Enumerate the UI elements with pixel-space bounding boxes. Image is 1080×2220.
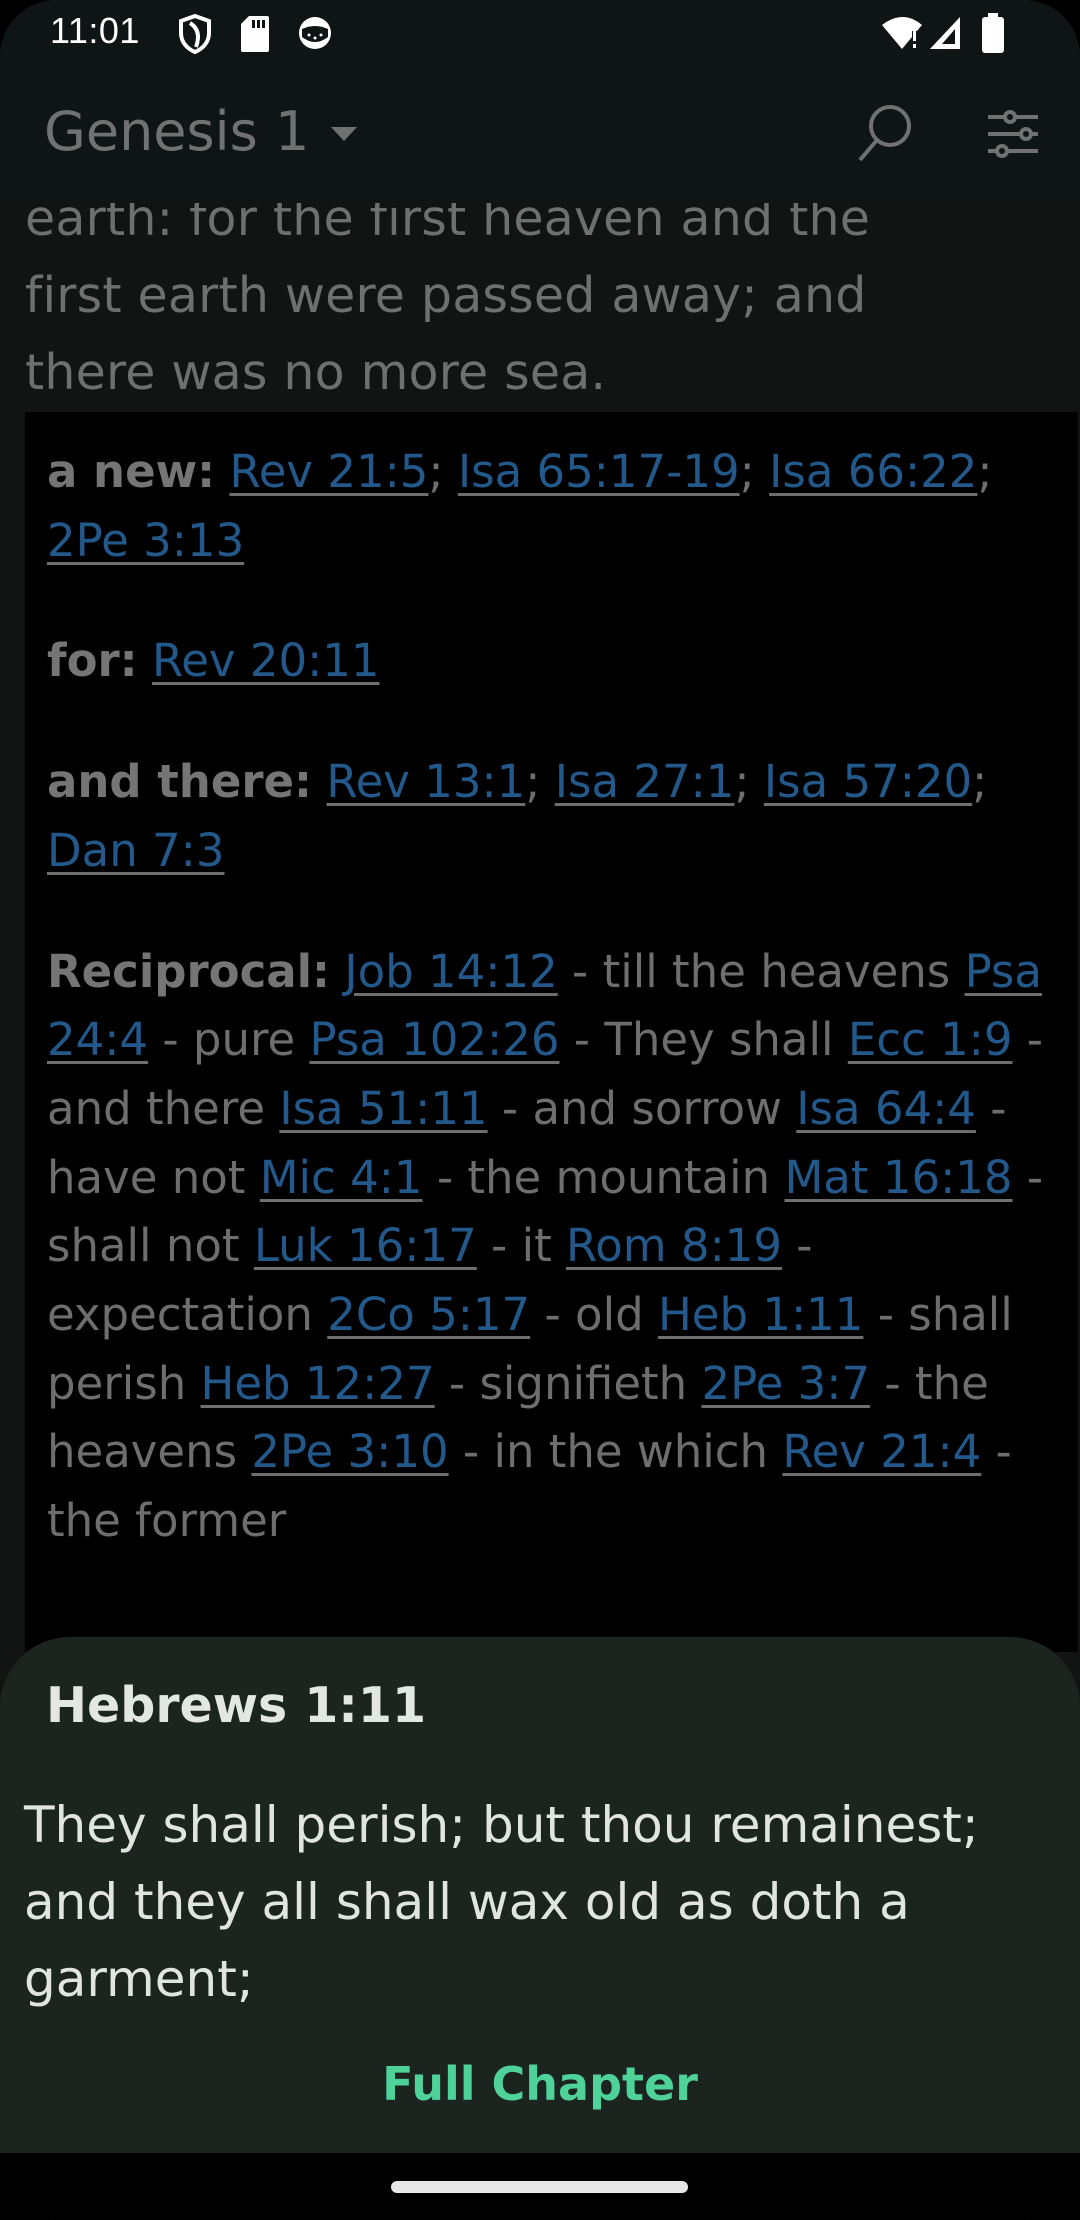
verse-text: earth: for the first heaven and the firs…: [25, 203, 1065, 411]
reference-link[interactable]: Isa 65:17-19: [458, 445, 740, 498]
reference-link[interactable]: Rev 13:1: [326, 755, 525, 808]
reference-separator: ;: [977, 445, 993, 498]
reference-separator: ;: [734, 755, 764, 809]
reference-separator: - They shall: [559, 1013, 848, 1067]
reference-separator: - signifieth: [434, 1356, 702, 1410]
cross-reference-label: and there:: [47, 755, 313, 809]
reference-link[interactable]: Heb 1:11: [658, 1288, 863, 1341]
reference-link[interactable]: Heb 12:27: [201, 1357, 435, 1410]
cross-reference-label: a new:: [47, 445, 216, 498]
sd-card-icon: [241, 16, 269, 56]
reference-separator: - and sorrow: [487, 1081, 797, 1135]
status-bar: 11:01: [0, 0, 1080, 70]
reference-separator: - it: [476, 1219, 567, 1273]
reference-separator: ;: [739, 445, 770, 498]
verse-text-area: earth: for the first heaven and the firs…: [0, 203, 1080, 412]
cross-reference-box: a new: Rev 21:5; Isa 65:17-19; Isa 66:22…: [25, 412, 1078, 1652]
reference-link[interactable]: 2Co 5:17: [327, 1288, 530, 1341]
home-gesture-handle[interactable]: [391, 2181, 688, 2193]
reference-link[interactable]: Psa 102:26: [310, 1013, 560, 1066]
cross-reference-label: Reciprocal:: [47, 944, 331, 998]
reference-separator: - pure: [148, 1013, 310, 1067]
reference-link[interactable]: 2Pe 3:7: [702, 1357, 871, 1410]
reference-link[interactable]: Dan 7:3: [47, 824, 224, 877]
reference-link[interactable]: Rev 20:11: [152, 634, 380, 687]
wifi-alert-icon: [882, 15, 924, 55]
cross-reference-group: Reciprocal: Job 14:12 - till the heavens…: [47, 938, 1067, 1556]
verse-line: first earth were passed away; and: [25, 267, 867, 324]
reference-link[interactable]: Mat 16:18: [784, 1151, 1012, 1204]
reference-link[interactable]: Job 14:12: [344, 945, 557, 998]
app-bar: Genesis 1: [0, 70, 1080, 203]
reference-link[interactable]: Isa 57:20: [764, 755, 972, 808]
search-icon[interactable]: [852, 102, 916, 170]
sheet-title: Hebrews 1:11: [46, 1677, 427, 1734]
chapter-title: Genesis 1: [44, 100, 310, 163]
sheet-verse-text: They shall perish; but thou remainest; a…: [24, 1796, 979, 2008]
reference-link[interactable]: Mic 4:1: [260, 1151, 423, 1204]
reference-separator: - in the which: [448, 1425, 783, 1479]
screen: 11:01 Genesis 1 earth: for the first hea…: [0, 0, 1080, 2220]
cross-reference-group: and there: Rev 13:1; Isa 27:1; Isa 57:20…: [47, 748, 1067, 885]
cross-reference-group: for: Rev 20:11: [47, 627, 1067, 696]
verse-line: earth: for the first heaven and the: [25, 203, 871, 247]
reference-link[interactable]: Rom 8:19: [566, 1219, 782, 1272]
reference-link[interactable]: Isa 64:4: [796, 1082, 976, 1135]
reference-link[interactable]: Isa 51:11: [279, 1082, 487, 1135]
reference-link[interactable]: Isa 27:1: [555, 755, 735, 808]
reference-separator: ;: [428, 445, 458, 498]
battery-icon: [982, 13, 1004, 57]
dropdown-caret-icon: [331, 126, 358, 141]
reference-link[interactable]: Rev 21:4: [782, 1425, 981, 1478]
cell-signal-icon: [928, 15, 962, 55]
reference-link[interactable]: Ecc 1:9: [848, 1013, 1013, 1066]
verse-line: there was no more sea.: [25, 344, 607, 401]
cross-reference-group: a new: Rev 21:5; Isa 65:17-19; Isa 66:22…: [47, 438, 1067, 575]
chapter-selector[interactable]: Genesis 1: [44, 100, 358, 163]
reference-separator: - till the heavens: [557, 944, 965, 998]
navigation-bar: [0, 2153, 1080, 2220]
reference-link[interactable]: Luk 16:17: [254, 1219, 477, 1272]
reference-separator: ;: [972, 755, 988, 809]
reference-link[interactable]: Isa 66:22: [769, 445, 977, 498]
verse-preview-sheet: Hebrews 1:11 They shall perish; but thou…: [0, 1637, 1080, 2153]
reference-link[interactable]: Rev 21:5: [229, 445, 428, 498]
reference-separator: - the mountain: [422, 1150, 785, 1204]
reference-separator: ;: [525, 755, 555, 809]
app-notification-icon: [297, 15, 333, 55]
cross-reference-label: for:: [47, 634, 138, 688]
settings-sliders-icon[interactable]: [986, 110, 1042, 166]
reference-separator: - old: [530, 1288, 658, 1342]
status-time: 11:01: [50, 10, 140, 51]
cross-reference-list: a new: Rev 21:5; Isa 65:17-19; Isa 66:22…: [47, 438, 1067, 1608]
shield-icon: [178, 13, 212, 58]
reference-link[interactable]: 2Pe 3:13: [47, 514, 244, 567]
reference-link[interactable]: 2Pe 3:10: [251, 1425, 448, 1478]
full-chapter-button[interactable]: Full Chapter: [0, 2057, 1080, 2111]
